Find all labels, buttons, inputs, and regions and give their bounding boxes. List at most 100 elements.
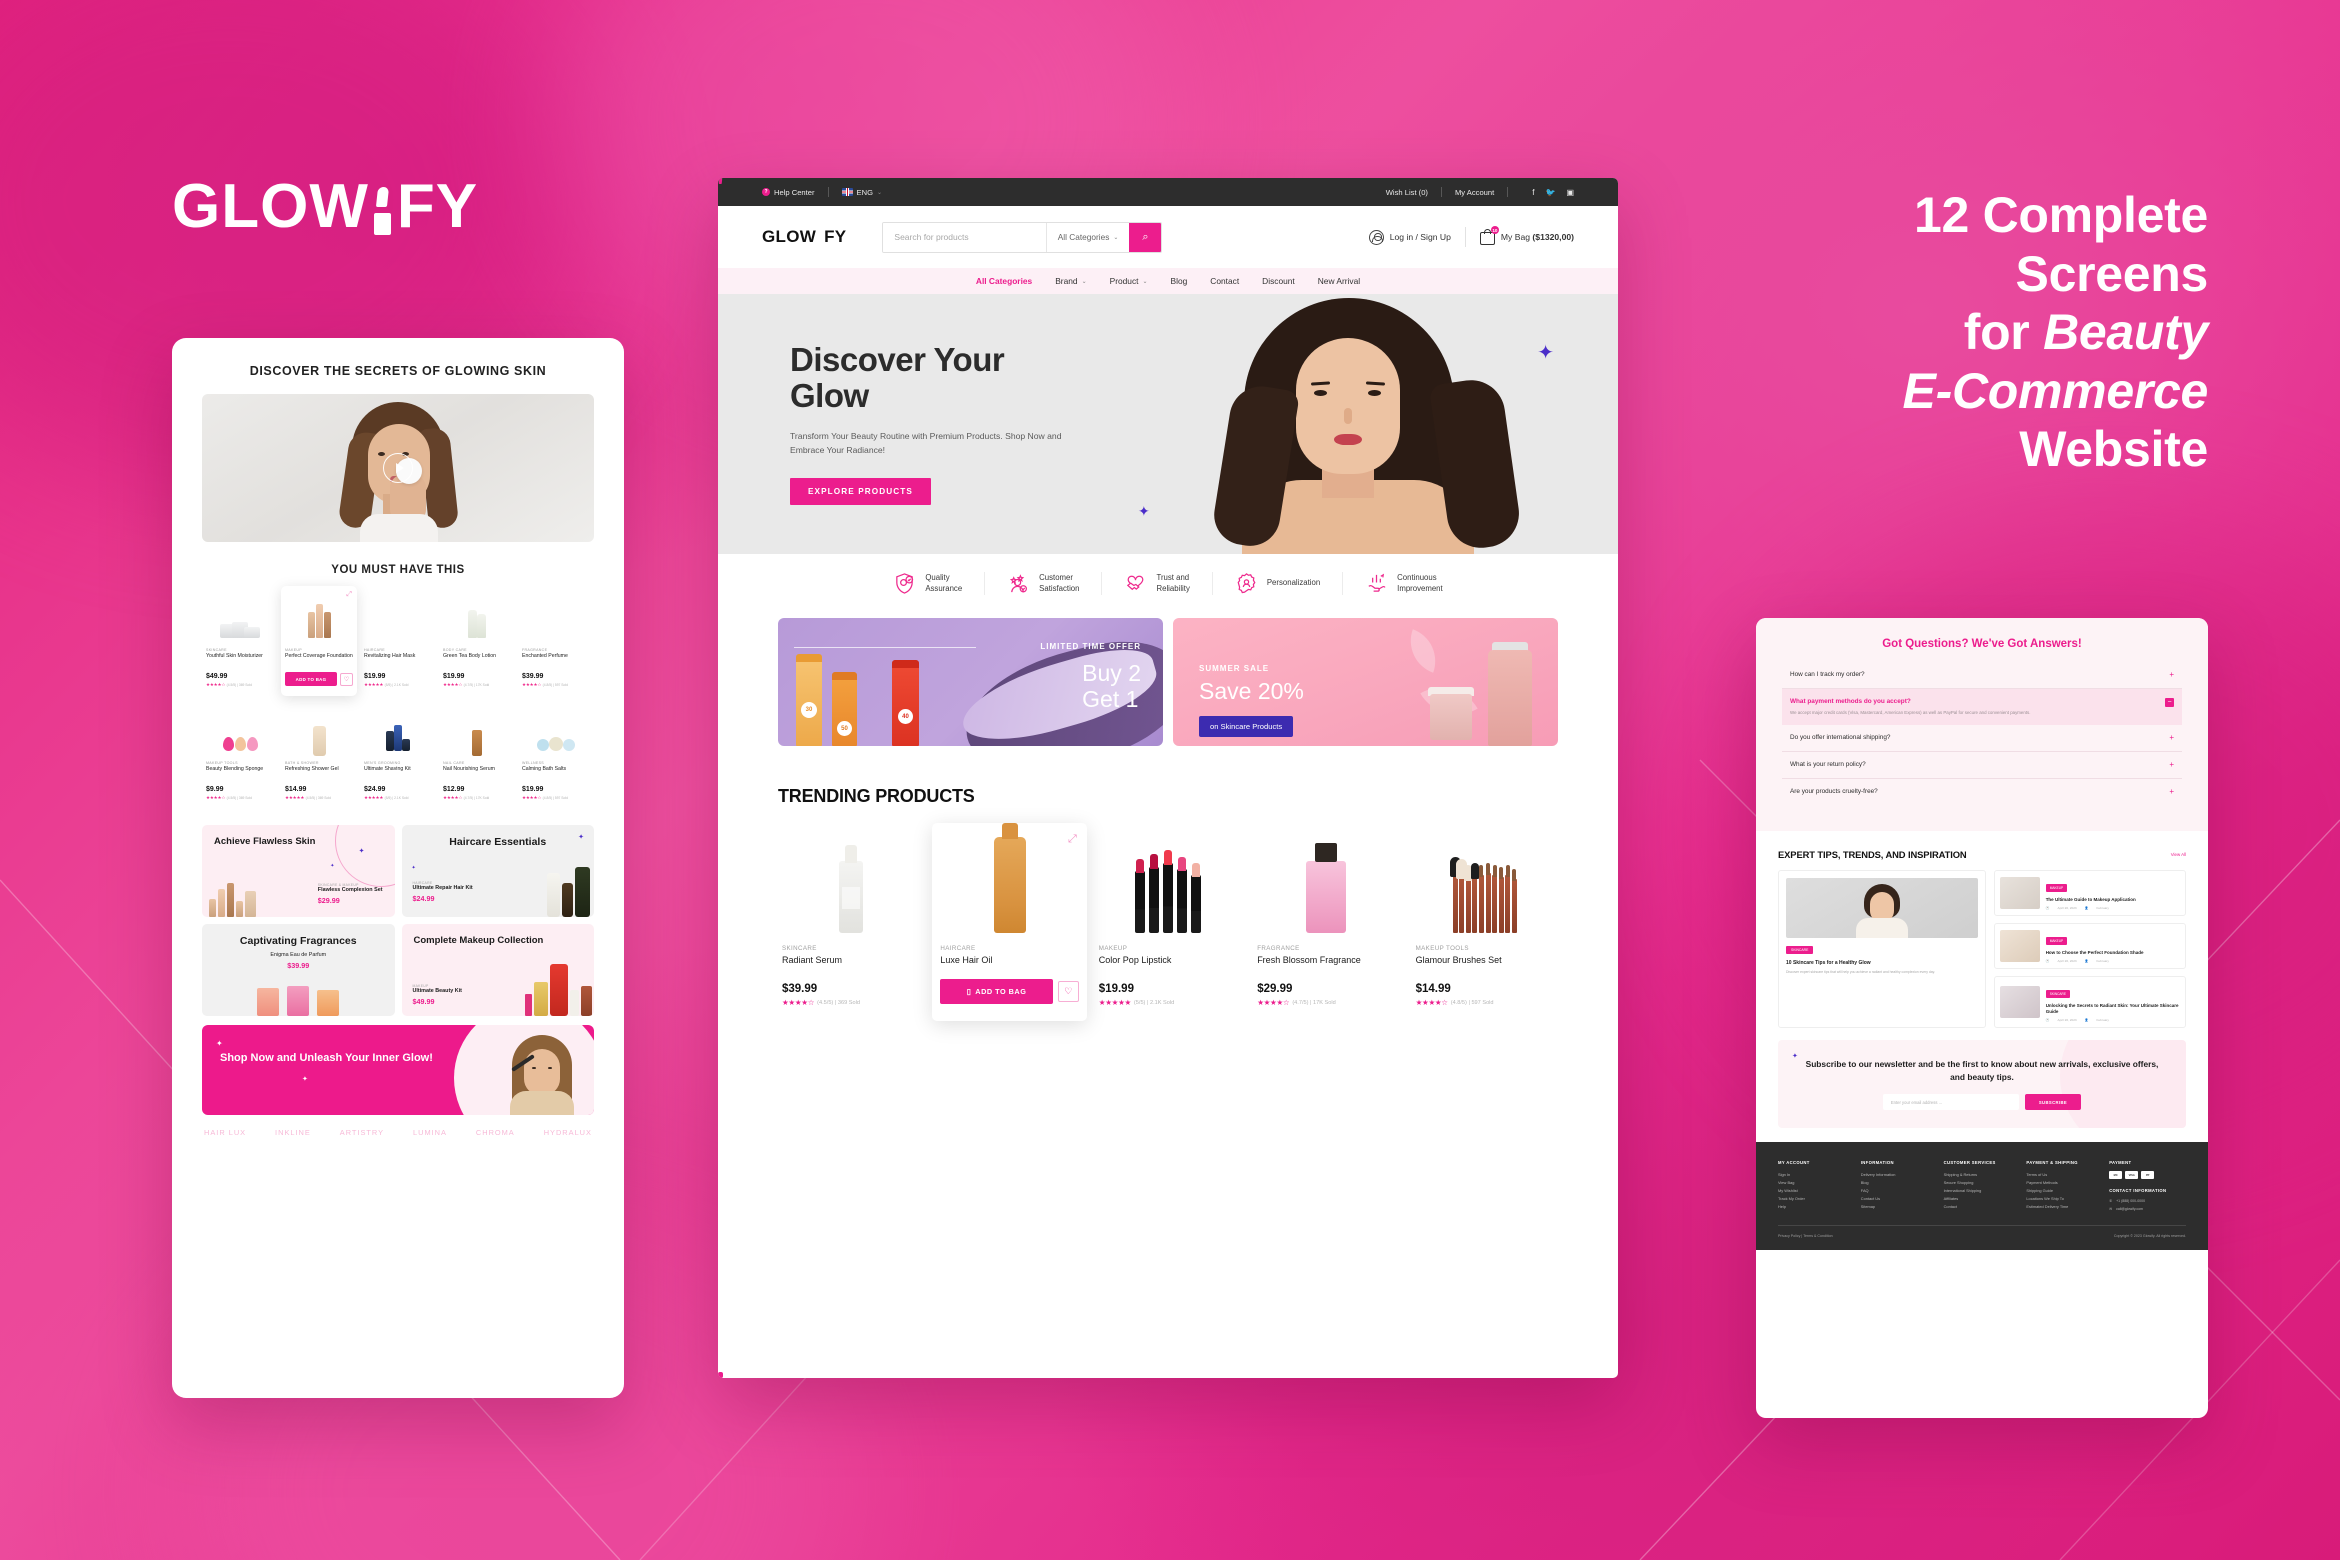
instagram-icon[interactable]: ▣ (1566, 188, 1574, 197)
footer-link[interactable]: Sitemap (1861, 1203, 1938, 1211)
language-selector[interactable]: ENG ⌄ (841, 188, 882, 197)
product-card[interactable]: FRAGRANCE Fresh Blossom Fragrance $29.99… (1249, 823, 1403, 1021)
faq-item[interactable]: What is your return policy? + (1782, 752, 2182, 780)
help-center-link[interactable]: ? Help Center (762, 188, 815, 197)
list-item[interactable]: BATH & SHOWER Refreshing Shower Gel $14.… (281, 699, 357, 809)
wishlist-heart-icon[interactable]: ♡ (1057, 981, 1079, 1002)
promo-button[interactable]: on Skincare Products (1199, 716, 1294, 737)
nav-item-product[interactable]: Product ⌄ (1110, 276, 1148, 286)
nav-item-new-arrival[interactable]: New Arrival (1318, 276, 1360, 286)
list-item[interactable]: SKINCARE Unlocking the Secrets to Radian… (1993, 976, 2186, 1029)
expand-icon[interactable]: ⤢ (1068, 833, 1077, 846)
footer-email[interactable]: call@glowify.com (2116, 1207, 2143, 1211)
play-icon[interactable] (383, 453, 413, 483)
footer-link[interactable]: Delivery Information (1861, 1171, 1938, 1179)
product-card[interactable]: SKINCARE Radiant Serum $39.99 ★★★★☆ (4.5/… (774, 823, 928, 1021)
faq-item[interactable]: Are your products cruelty-free? + (1782, 779, 2182, 805)
footer-link[interactable]: Terms of Us (2026, 1171, 2103, 1179)
brand-label[interactable]: HAIR LUX (204, 1128, 246, 1137)
plus-icon[interactable]: + (2169, 734, 2174, 742)
list-item[interactable]: NAIL CARE Nail Nourishing Serum $12.99 ★… (439, 699, 515, 809)
nav-item-all-categories[interactable]: All Categories (976, 276, 1032, 286)
footer-link[interactable]: View Bag (1778, 1179, 1855, 1187)
list-item[interactable]: WELLNESS Calming Bath Salts $19.99 ★★★★☆… (518, 699, 594, 809)
footer-link[interactable]: International Shipping (1944, 1187, 2021, 1195)
expand-icon[interactable]: ⤢ (346, 591, 352, 599)
brand-label[interactable]: LUMINA (413, 1128, 447, 1137)
footer-legal-left[interactable]: Privacy Policy | Terms & Condition (1778, 1234, 1833, 1238)
footer-link[interactable]: Sign In (1778, 1171, 1855, 1179)
add-to-bag-button[interactable]: ▯ ADD TO BAG (940, 979, 1053, 1004)
faq-item[interactable]: How can I track my order? + (1782, 662, 2182, 689)
footer-link[interactable]: Track My Order (1778, 1195, 1855, 1203)
wishlist-heart-icon[interactable]: ♡ (340, 672, 353, 686)
footer-link[interactable]: Payment Methods (2026, 1179, 2103, 1187)
footer-link[interactable]: Contact (1944, 1203, 2021, 1211)
plus-icon[interactable]: + (2169, 761, 2174, 769)
my-bag-button[interactable]: 10 My Bag ($1320,00) (1479, 226, 1574, 245)
list-item[interactable]: FRAGRANCE Enchanted Perfume $39.99 ★★★★☆… (518, 586, 594, 696)
footer-link[interactable]: Locations We Ship To (2026, 1195, 2103, 1203)
facebook-icon[interactable]: f (1532, 188, 1534, 197)
view-all-link[interactable]: View All (2171, 852, 2186, 857)
product-card[interactable]: MAKEUP Color Pop Lipstick $19.99 ★★★★★ (5… (1091, 823, 1245, 1021)
category-card-makeup[interactable]: Complete Makeup Collection MAKEUP Ultima… (401, 924, 594, 1016)
nav-item-contact[interactable]: Contact (1210, 276, 1239, 286)
featured-blog-post[interactable]: SKINCARE 10 Skincare Tips for a Healthy … (1778, 870, 1986, 1029)
list-item[interactable]: HAIRCARE Revitalizing Hair Mask $19.99 ★… (360, 586, 436, 696)
category-card-fragrances[interactable]: Captivating Fragrances Enigma Eau de Par… (202, 924, 395, 1016)
subscribe-button[interactable]: SUBSCRIBE (2024, 1094, 2082, 1111)
search-category-select[interactable]: All Categories ⌄ (1045, 222, 1130, 252)
list-item[interactable]: MAKEUP How to Choose the Perfect Foundat… (1993, 923, 2186, 970)
my-account-link[interactable]: My Account (1455, 188, 1494, 197)
product-card[interactable]: MAKEUP TOOLS Glamour Brushes Set $14.99 … (1408, 823, 1562, 1021)
site-logo[interactable]: GLOW FY (718, 178, 846, 1378)
footer-link[interactable]: My Wishlist (1778, 1187, 1855, 1195)
newsletter-email-input[interactable]: Enter your email address ... (1882, 1094, 2019, 1111)
footer-link[interactable]: Affiliates (1944, 1195, 2021, 1203)
twitter-icon[interactable]: 🐦 (1545, 188, 1555, 197)
footer-link[interactable]: Help (1778, 1203, 1855, 1211)
plus-icon[interactable]: + (2169, 671, 2174, 679)
brand-label[interactable]: INKLINE (275, 1128, 311, 1137)
brand-label[interactable]: HYDRALUX (544, 1128, 592, 1137)
faq-item[interactable]: What payment methods do you accept? We a… (1782, 689, 2182, 726)
footer-link[interactable]: Shipping Guide (2026, 1187, 2103, 1195)
nav-item-brand[interactable]: Brand ⌄ (1055, 276, 1086, 286)
list-item[interactable]: MAKEUP The Ultimate Guide to Makeup Appl… (1993, 870, 2186, 917)
shop-now-banner[interactable]: ✦ ✦ Shop Now and Unleash Your Inner Glow… (202, 1025, 594, 1115)
explore-products-button[interactable]: EXPLORE PRODUCTS (790, 477, 931, 505)
list-item[interactable]: MAKEUP TOOLS Beauty Blending Sponge $9.9… (202, 699, 278, 809)
faq-question: Do you offer international shipping? (1790, 734, 1891, 742)
login-signup-link[interactable]: Log in / Sign Up (1368, 229, 1451, 245)
add-to-bag-button[interactable]: ADD TO BAG (285, 672, 337, 686)
wishlist-link[interactable]: Wish List (0) (1386, 188, 1428, 197)
search-icon[interactable]: ⌕ (1129, 222, 1162, 252)
list-item[interactable]: MEN'S GROOMING Ultimate Shaving Kit $24.… (360, 699, 436, 809)
nav-item-discount[interactable]: Discount (1262, 276, 1295, 286)
footer-link[interactable]: Contact Us (1861, 1195, 1938, 1203)
faq-item[interactable]: Do you offer international shipping? + (1782, 725, 2182, 753)
brand-label[interactable]: ARTISTRY (340, 1128, 384, 1137)
category-card-haircare[interactable]: ✦ ✦ Haircare Essentials HAIRCARE Ultimat… (401, 825, 594, 917)
footer-link[interactable]: Secure Shopping (1944, 1179, 2021, 1187)
brand-label[interactable]: CHROMA (476, 1128, 515, 1137)
promo-summer-sale[interactable]: SUMMER SALE Save 20% on Skincare Product… (1173, 618, 1558, 746)
search-bar[interactable]: All Categories ⌄ ⌕ (882, 221, 1163, 253)
plus-icon[interactable]: + (2169, 788, 2174, 796)
product-card[interactable]: ⤢ HAIRCARE Luxe Hair Oil ▯ ADD TO BAG ♡ (932, 823, 1087, 1021)
footer-link[interactable]: Estimated Delivery Time (2026, 1203, 2103, 1211)
list-item[interactable]: ⤢ MAKEUP Perfect Coverage Foundation ADD… (281, 586, 357, 696)
promo-buy2get1[interactable]: LIMITED TIME OFFER Buy 2 Get 1 30 50 40 (778, 618, 1163, 746)
footer-link[interactable]: FAQ (1861, 1187, 1938, 1195)
list-item[interactable]: BODY CARE Green Tea Body Lotion $19.99 ★… (439, 586, 515, 696)
footer-link[interactable]: Blog (1861, 1179, 1938, 1187)
footer-phone[interactable]: +1 (888) 000-0000 (2116, 1199, 2145, 1203)
search-input[interactable] (883, 222, 1046, 252)
category-card-flawless-skin[interactable]: ✦ ✦ Achieve Flawless Skin SKINCARE & MAK… (202, 825, 395, 917)
nav-item-blog[interactable]: Blog (1171, 276, 1188, 286)
video-hero[interactable] (202, 394, 594, 542)
list-item[interactable]: SKINCARE Youthful Skin Moisturizer $49.9… (202, 586, 278, 696)
minus-icon[interactable]: − (2165, 698, 2174, 707)
footer-link[interactable]: Shipping & Returns (1944, 1171, 2021, 1179)
